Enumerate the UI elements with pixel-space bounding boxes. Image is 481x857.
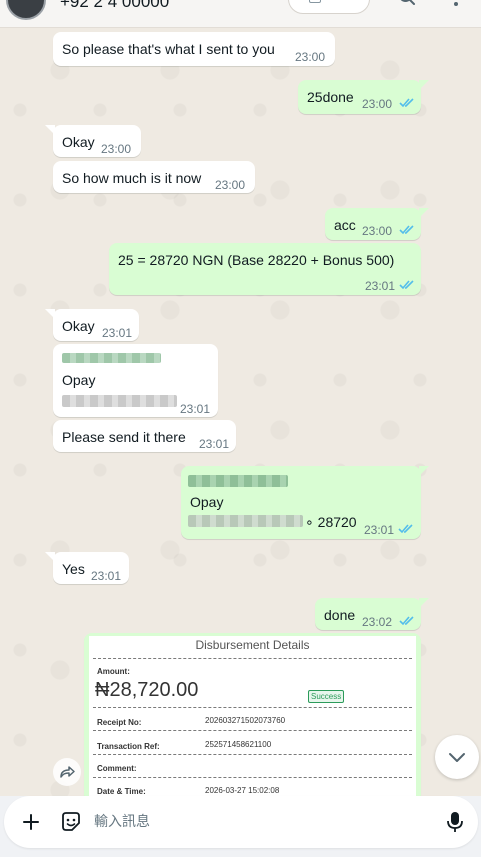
bubble-tail — [45, 125, 55, 135]
message-text: 25done — [307, 89, 354, 105]
message-time: 23:00 — [215, 178, 246, 192]
amount-label: Amount: — [97, 667, 130, 676]
video-icon — [309, 0, 321, 3]
forward-button[interactable] — [53, 758, 81, 786]
redacted-account-number — [62, 395, 177, 407]
message-incoming[interactable]: So please that's what I sent to you 23:0… — [53, 32, 335, 66]
read-ticks-icon — [398, 524, 413, 534]
message-time: 23:01 — [91, 569, 122, 583]
message-time: 23:00 — [362, 97, 393, 111]
redacted-account-name — [62, 353, 161, 363]
bubble-tail — [45, 552, 55, 562]
amount-text: ∘ 28720 — [305, 514, 357, 530]
message-incoming[interactable]: Okay 23:01 — [45, 309, 139, 341]
receipt-no-label: Receipt No: — [97, 718, 142, 727]
receipt-amount: ₦28,720.00 — [95, 679, 199, 701]
divider — [93, 754, 412, 755]
message-incoming[interactable]: Please send it there 23:01 — [53, 420, 236, 452]
message-text: Okay — [62, 318, 95, 334]
composer-bar — [0, 796, 481, 857]
read-ticks-icon — [399, 280, 414, 290]
bubble-tail — [419, 80, 429, 90]
search-icon[interactable] — [398, 0, 416, 6]
message-outgoing[interactable]: acc 23:00 — [325, 208, 429, 240]
bubble-tail — [419, 598, 429, 608]
message-text: So how much is it now — [62, 170, 202, 186]
forward-icon — [60, 766, 75, 778]
microphone-icon[interactable] — [444, 810, 466, 834]
message-time: 23:01 — [180, 402, 211, 416]
message-time: 23:00 — [101, 142, 132, 156]
message-time: 23:02 — [362, 615, 393, 629]
bank-name: Opay — [190, 494, 224, 510]
read-ticks-icon — [399, 98, 414, 108]
composer — [4, 796, 478, 848]
scroll-to-bottom-button[interactable] — [435, 735, 479, 779]
message-outgoing[interactable]: 25done 23:00 — [298, 80, 429, 114]
message-incoming[interactable]: So how much is it now 23:00 — [53, 161, 255, 193]
message-text: Okay — [62, 134, 95, 150]
message-incoming[interactable]: Yes 23:01 — [45, 552, 129, 584]
divider — [93, 707, 412, 708]
receipt-no-value: 202603271502073760 — [205, 716, 286, 725]
message-outgoing[interactable]: Opay ∘ 28720 23:01 — [181, 466, 429, 539]
message-time: 23:01 — [365, 279, 396, 293]
redacted-account-number — [188, 515, 303, 527]
redacted-account-name — [188, 475, 288, 487]
message-incoming[interactable]: Opay 23:01 — [53, 344, 218, 417]
message-time: 23:01 — [364, 523, 395, 537]
contact-name[interactable]: +92 2 4 00000 — [60, 0, 169, 12]
chevron-down-icon — [449, 753, 465, 762]
read-ticks-icon — [399, 616, 414, 626]
message-text: acc — [334, 217, 356, 233]
divider — [93, 658, 412, 659]
bubble-tail — [419, 208, 429, 218]
image-message[interactable]: Disbursement Details Amount: ₦28,720.00 … — [84, 633, 421, 803]
message-incoming[interactable]: Okay 23:00 — [45, 125, 141, 157]
sticker-icon[interactable] — [59, 810, 83, 834]
receipt-image[interactable]: Disbursement Details Amount: ₦28,720.00 … — [89, 636, 416, 803]
divider — [93, 777, 412, 778]
message-time: 23:00 — [362, 224, 393, 238]
video-call-button[interactable] — [288, 0, 370, 14]
chat-header: +92 2 4 00000 — [0, 0, 481, 28]
bubble-tail — [45, 309, 55, 319]
message-outgoing[interactable]: 25 = 28720 NGN (Base 28220 + Bonus 500) … — [109, 243, 421, 295]
bubble-tail — [419, 466, 429, 476]
message-text: Yes — [62, 561, 85, 577]
comment-label: Comment: — [97, 764, 137, 773]
message-text: Please send it there — [62, 429, 186, 445]
message-time: 23:00 — [295, 50, 326, 64]
status-badge: Success — [308, 690, 345, 703]
avatar[interactable] — [6, 0, 46, 20]
date-label: Date & Time: — [97, 787, 146, 796]
date-value: 2026-03-27 15:02:08 — [205, 786, 280, 795]
divider — [93, 730, 412, 731]
message-text: 25 = 28720 NGN (Base 28220 + Bonus 500) — [118, 252, 395, 268]
receipt-title: Disbursement Details — [195, 638, 310, 652]
message-text: So please that's what I sent to you — [62, 41, 275, 57]
message-input[interactable] — [94, 810, 424, 834]
message-text: done — [324, 607, 356, 623]
more-vertical-icon[interactable] — [446, 0, 466, 8]
message-time: 23:01 — [199, 437, 230, 451]
transaction-ref-label: Transaction Ref: — [97, 742, 160, 751]
plus-icon[interactable] — [21, 812, 41, 832]
message-time: 23:01 — [102, 326, 133, 340]
message-outgoing[interactable]: done 23:02 — [315, 598, 429, 630]
read-ticks-icon — [399, 225, 414, 235]
bank-name: Opay — [62, 372, 96, 388]
transaction-ref-value: 252571458621100 — [205, 740, 272, 749]
